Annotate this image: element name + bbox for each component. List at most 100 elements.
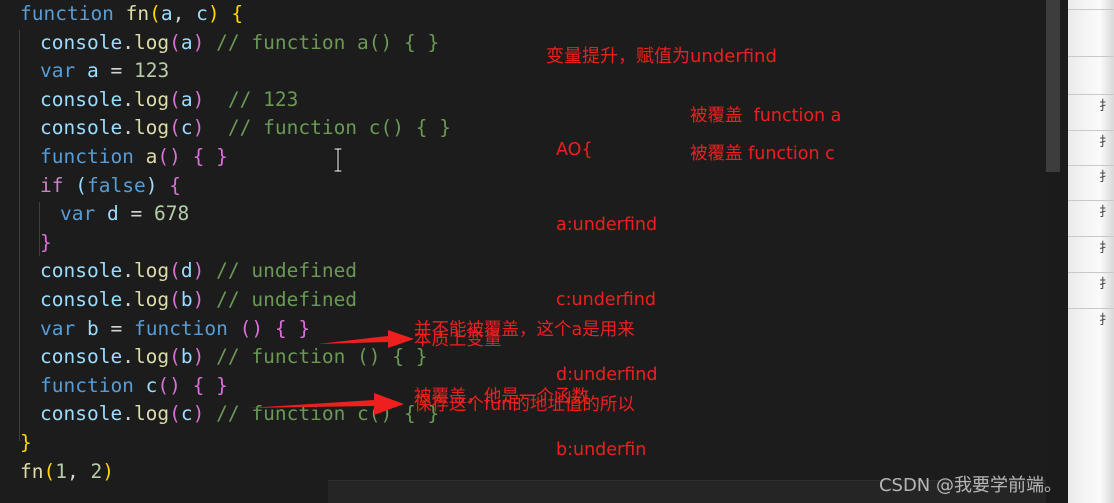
code-token: . [122,87,134,111]
text-cursor-ibeam [331,146,345,174]
code-token: function [133,316,228,340]
arrow-to-is-a-function [248,393,404,415]
code-token: d [106,202,119,226]
code-line[interactable]: function a() { } [0,143,1046,172]
code-token: log [133,30,170,54]
ao-line-a: a:underfind [556,215,658,235]
code-token: log [133,87,170,111]
annotation-overwrite-c: 被覆盖 function c [690,144,835,164]
code-token: a [180,87,193,111]
code-token: { [231,2,244,25]
screenshot-root: function fn(a, c) {console.log(a) // fun… [0,0,1114,503]
code-token: . [122,402,134,426]
panel-divider [1068,236,1114,237]
panel-divider [1068,94,1114,95]
code-token: console [40,287,123,311]
code-token: . [122,259,134,283]
code-token: console [40,259,123,283]
editor-scrollbar-thumb[interactable] [1046,0,1060,172]
code-line[interactable]: console.log(a) // 123 [0,86,1046,115]
code-token: a [145,144,158,168]
panel-divider [1068,272,1114,273]
code-line[interactable]: console.log(c) // function c() { } [0,114,1046,143]
code-token: ) [102,459,114,483]
code-token: } [20,430,32,454]
code-line[interactable]: } [0,229,1046,258]
code-line[interactable]: function fn(a, c) { [0,0,1046,29]
code-token: console [40,87,123,111]
code-token: { [169,173,181,197]
code-token: d [180,259,193,283]
code-token: () [157,373,181,397]
code-token: ) [207,2,220,25]
code-token: ( [169,30,181,54]
code-token: ( [169,116,181,140]
arrow-to-essentially-variable [318,330,414,348]
code-token: console [40,345,123,369]
code-token: function [20,2,114,25]
code-token: b [180,287,193,311]
editor-scrollbar-track[interactable] [1032,0,1046,503]
code-token: ( [75,173,87,197]
code-token: ) [192,287,205,311]
code-token: var [40,59,76,83]
code-token: ( [43,459,56,483]
annotation-essentially-variable: 本质上变量 [414,330,502,350]
code-token: function [40,373,134,397]
panel-divider [1068,308,1114,309]
code-token: fn [125,2,150,25]
code-token: var [60,202,96,226]
code-token: , [172,2,197,25]
right-side-panel[interactable]: 扌 扌 扌 扌 扌 扌 扌 [1068,0,1114,503]
code-line[interactable]: console.log(a) // function a() { } [0,29,1046,58]
panel-row-glyph: 扌 [1098,135,1112,150]
code-token: console [40,30,123,54]
code-line[interactable]: var d = 678 [0,200,1046,229]
panel-row-glyph: 扌 [1098,205,1112,220]
code-token: , [66,459,91,483]
annotation-not-overwritten: 并不能被覆盖，这个a是用来 保存这个fun的地址值的所以 [414,268,635,468]
code-token: { } [192,373,228,397]
code-token: { } [274,316,311,340]
annotation-overwrite-a: 被覆盖 function a [690,106,842,126]
code-token: ( [169,87,181,111]
panel-row-glyph: 扌 [1098,313,1112,328]
annotation-is-a-function: 被覆盖，他是一个函数 [414,387,589,407]
code-token: false [86,173,146,197]
code-token: () [157,144,181,168]
code-token: log [133,287,170,311]
code-token: b [86,316,99,340]
code-token: } [40,230,52,254]
code-token: { } [192,144,228,168]
code-token: . [122,116,134,140]
code-token: 678 [153,202,190,226]
code-token: ) [192,116,205,140]
code-token: ) [192,402,205,426]
code-token: ) [192,259,205,283]
code-line[interactable]: var a = 123 [0,57,1046,86]
code-token: 123 [133,59,170,83]
code-token: = [98,59,134,83]
code-token: . [122,30,134,54]
code-line[interactable]: if (false) { [0,172,1046,201]
panel-divider [1068,130,1114,131]
code-token: if [40,173,64,197]
code-token: ) [192,87,205,111]
code-token: log [133,259,170,283]
annotation-hoisting-note: 变量提升，赋值为underfind [546,46,777,67]
code-token: ( [149,2,161,25]
code-token: () [239,316,264,340]
